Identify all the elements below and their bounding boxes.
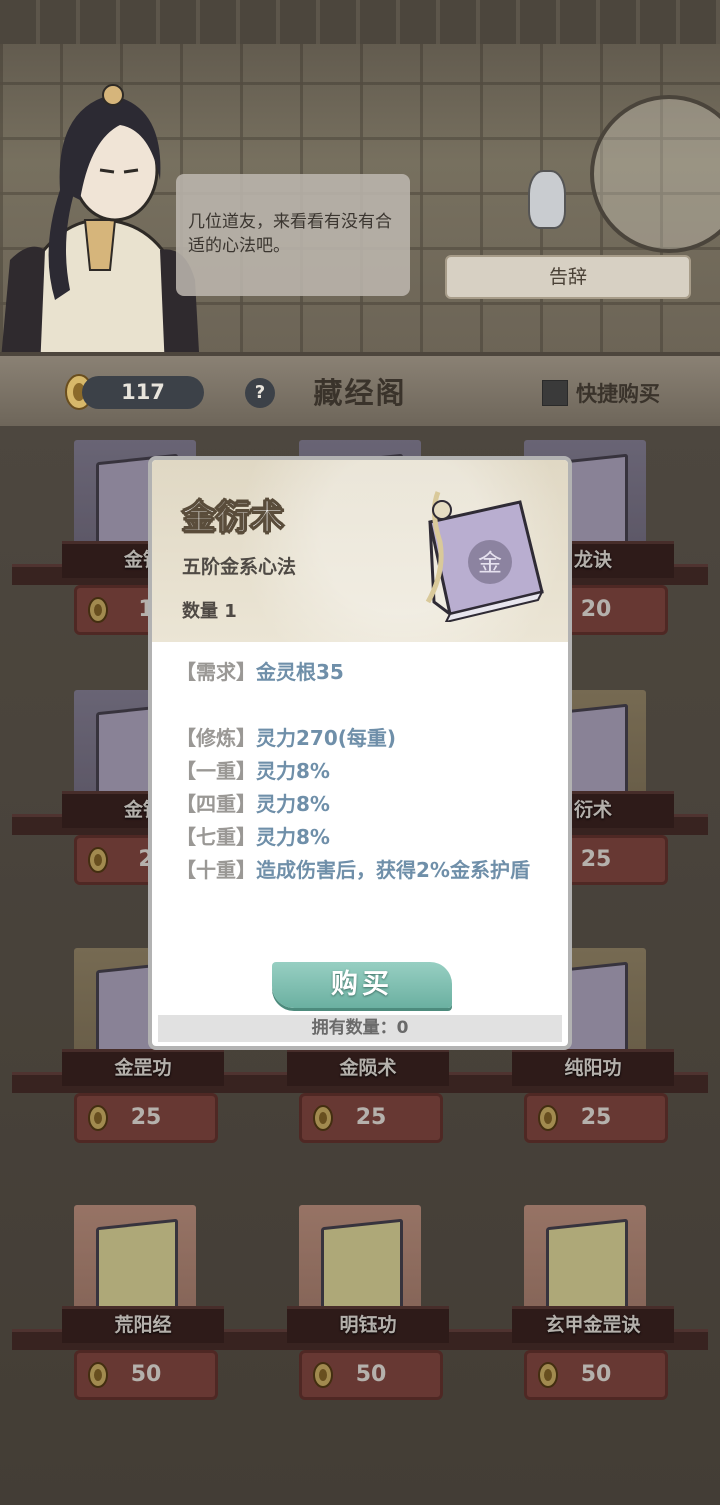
stat-row: 【一重】灵力8%: [176, 755, 556, 788]
dialog-text: 几位道友，来看看有没有合适的心法吧。: [188, 212, 392, 256]
stat-row: 【四重】灵力8%: [176, 788, 556, 821]
background-scene: 几位道友，来看看有没有合适的心法吧。 告辞: [0, 0, 720, 360]
stat-key: 【四重】: [176, 792, 256, 816]
requirement-key: 【需求】: [176, 660, 256, 684]
vase-decoration: [528, 170, 566, 229]
help-button[interactable]: ?: [245, 378, 275, 408]
requirement-row: 【需求】金灵根35: [176, 656, 556, 689]
modal-header: 金衍术 五阶金系心法 数量 1 金: [152, 460, 568, 642]
ceiling-beam: [0, 0, 720, 44]
stat-value: 灵力8%: [256, 825, 330, 849]
buy-button[interactable]: 购买: [272, 962, 452, 1008]
manual-book-icon: 金: [425, 491, 544, 622]
farewell-button[interactable]: 告辞: [445, 255, 691, 299]
quick-buy-checkbox[interactable]: [542, 380, 568, 406]
dialog-bubble: 几位道友，来看看有没有合适的心法吧。: [176, 174, 410, 296]
item-quantity: 数量 1: [182, 601, 237, 622]
stat-key: 【七重】: [176, 825, 256, 849]
item-tier: 五阶金系心法: [182, 556, 297, 578]
stat-key: 【一重】: [176, 759, 256, 783]
stat-key: 【修炼】: [176, 726, 256, 750]
stat-row: 【修炼】灵力270(每重): [176, 722, 556, 755]
book-glyph: 金: [478, 549, 502, 577]
stat-value: 造成伤害后，获得2%金系护盾: [256, 858, 530, 882]
stat-row: 【七重】灵力8%: [176, 821, 556, 854]
currency-counter: 117: [82, 376, 204, 409]
page-title: 藏经阁: [313, 376, 407, 410]
stat-key: 【十重】: [176, 858, 256, 882]
item-name: 金衍术: [182, 498, 285, 539]
quick-buy-label: 快捷购买: [576, 382, 660, 406]
stat-value: 灵力8%: [256, 792, 330, 816]
stat-value: 灵力270(每重): [256, 726, 397, 750]
owned-count: 拥有数量：0: [158, 1015, 562, 1042]
stat-value: 灵力8%: [256, 759, 330, 783]
stat-row: 【十重】造成伤害后，获得2%金系护盾: [176, 854, 556, 887]
item-description: 【需求】金灵根35 【修炼】灵力270(每重) 【一重】灵力8% 【四重】灵力8% 【…: [176, 656, 556, 887]
requirement-value: 金灵根35: [256, 660, 344, 684]
header-bar: 117 ? 藏经阁 快捷购买: [0, 352, 720, 426]
quick-buy-toggle[interactable]: 快捷购买: [542, 378, 660, 408]
item-detail-modal: 金衍术 五阶金系心法 数量 1 金 【需求】金灵根35 【修炼】灵力270(每重…: [148, 456, 572, 1050]
shopkeeper-portrait: [0, 84, 200, 360]
